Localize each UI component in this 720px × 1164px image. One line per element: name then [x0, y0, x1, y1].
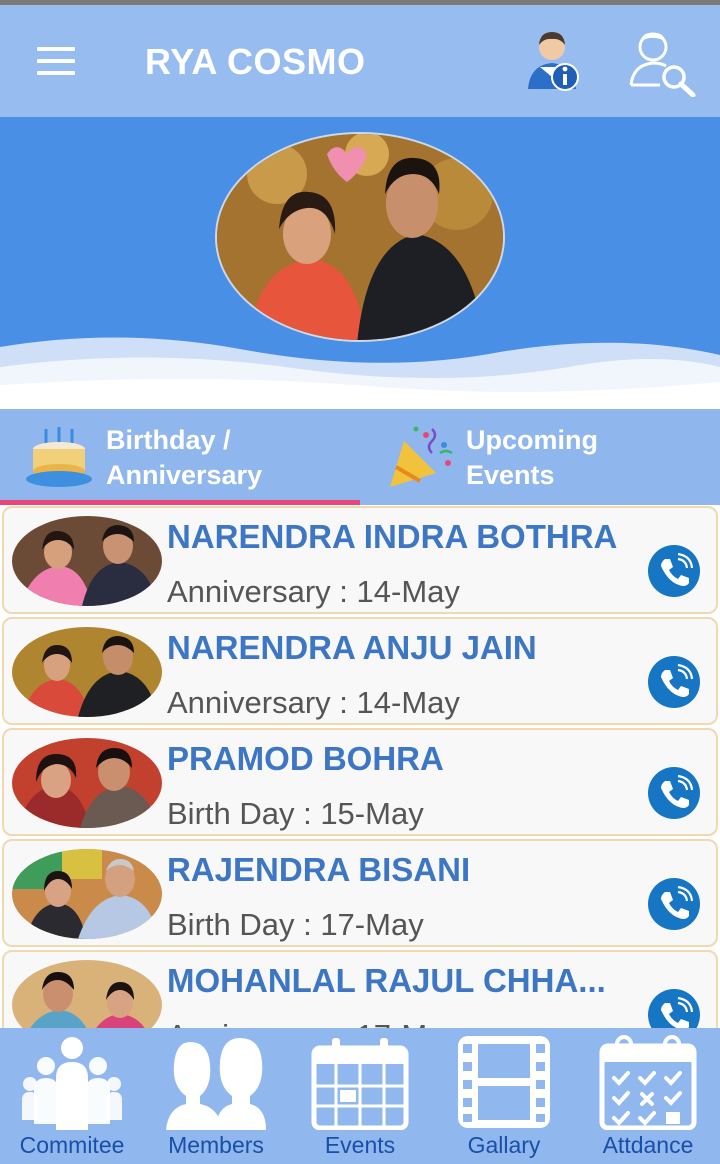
list-item[interactable]: PRAMOD BOHRA Birth Day : 15-May — [2, 728, 718, 836]
tab-label-line2: Events — [466, 460, 555, 490]
member-name: RAJENDRA BISANI — [167, 851, 471, 888]
list-item[interactable]: RAJENDRA BISANI Birth Day : 17-May — [2, 839, 718, 947]
tab-upcoming-events[interactable]: Upcoming Events — [360, 409, 720, 505]
attendance-calendar-icon — [599, 1035, 697, 1130]
birthday-anniversary-list: NARENDRA INDRA BOTHRA Anniversary : 14-M… — [0, 505, 720, 1028]
member-name: NARENDRA INDRA BOTHRA — [167, 518, 618, 555]
bottom-navigation: Commitee Members Events Gallary Attdance — [0, 1028, 720, 1164]
nav-label: Gallary — [467, 1132, 541, 1158]
event-date: Birth Day : 15-May — [167, 796, 424, 831]
member-name: NARENDRA ANJU JAIN — [167, 629, 537, 666]
avatar — [12, 516, 162, 606]
list-item[interactable]: MOHANLAL RAJUL CHHA... Anniversary : 17-… — [2, 950, 718, 1028]
couple-photo — [215, 132, 505, 342]
event-date: Birth Day : 17-May — [167, 907, 424, 942]
member-name: MOHANLAL RAJUL CHHA... — [167, 962, 606, 999]
call-phone-icon[interactable] — [648, 878, 700, 930]
nav-label: Commitee — [19, 1132, 125, 1158]
tab-label-line1: Upcoming — [466, 425, 598, 455]
nav-label: Attdance — [602, 1132, 694, 1158]
nav-members[interactable]: Members — [144, 1028, 288, 1164]
avatar — [12, 738, 162, 828]
party-popper-icon — [390, 426, 453, 487]
profile-banner — [0, 117, 720, 409]
call-phone-icon[interactable] — [648, 989, 700, 1028]
list-item[interactable]: NARENDRA ANJU JAIN Anniversary : 14-May — [2, 617, 718, 725]
list-item[interactable]: NARENDRA INDRA BOTHRA Anniversary : 14-M… — [2, 506, 718, 614]
nav-attdance[interactable]: Attdance — [576, 1028, 720, 1164]
call-phone-icon[interactable] — [648, 545, 700, 597]
user-info-icon[interactable] — [522, 27, 582, 93]
calendar-icon — [311, 1038, 409, 1130]
tab-label-line1: Birthday / — [106, 425, 231, 455]
event-date: Anniversary : 17-May — [167, 1018, 460, 1028]
user-search-icon[interactable] — [628, 27, 698, 97]
call-phone-icon[interactable] — [648, 767, 700, 819]
tab-birthday-anniversary[interactable]: Birthday / Anniversary — [0, 409, 360, 505]
nav-gallary[interactable]: Gallary — [432, 1028, 576, 1164]
call-phone-icon[interactable] — [648, 656, 700, 708]
member-name: PRAMOD BOHRA — [167, 740, 444, 777]
banner-wave — [0, 337, 720, 409]
members-icon — [166, 1038, 266, 1130]
hamburger-menu-icon[interactable] — [34, 45, 78, 79]
event-date: Anniversary : 14-May — [167, 574, 460, 609]
tab-label-line2: Anniversary — [106, 460, 263, 490]
avatar — [12, 960, 162, 1028]
film-strip-icon — [458, 1036, 550, 1128]
avatar — [12, 849, 162, 939]
nav-label: Events — [324, 1132, 396, 1158]
event-date: Anniversary : 14-May — [167, 685, 460, 720]
app-bar: RYA COSMO — [0, 5, 720, 117]
nav-events[interactable]: Events — [288, 1028, 432, 1164]
avatar — [12, 627, 162, 717]
nav-label: Members — [168, 1132, 264, 1158]
nav-commitee[interactable]: Commitee — [0, 1028, 144, 1164]
app-title: RYA COSMO — [145, 41, 366, 82]
birthday-cake-icon — [26, 427, 92, 487]
tab-bar: Birthday / Anniversary Upcoming Events — [0, 409, 720, 505]
group-people-icon — [22, 1037, 122, 1130]
